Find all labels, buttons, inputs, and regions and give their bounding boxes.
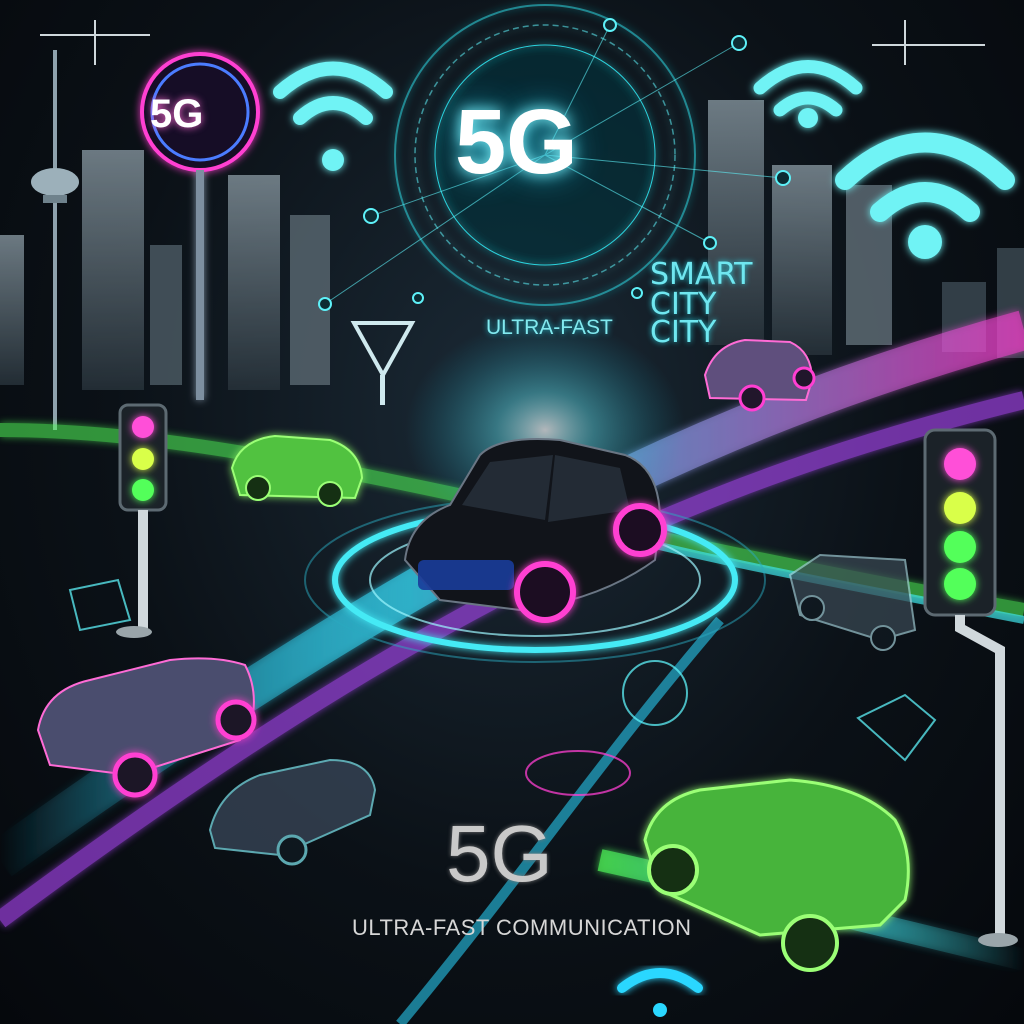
- ghost-car: [208, 758, 377, 866]
- wifi-icon: [273, 61, 393, 125]
- smart-city-line-3: CITY: [650, 315, 717, 350]
- wifi-icon: [617, 968, 703, 993]
- hero-5g-label: 5G: [455, 91, 578, 193]
- green-car: [643, 778, 910, 972]
- ultra-fast-label: ULTRA-FAST: [486, 316, 613, 339]
- wifi-icon-dot: [908, 225, 942, 259]
- traffic-light: [116, 403, 168, 638]
- traffic-light: [923, 428, 1018, 947]
- van: [788, 553, 917, 651]
- wifi-icon-dot: [322, 149, 344, 171]
- smart-city-label: SMART CITY: [650, 260, 752, 320]
- wifi-icon: [753, 60, 863, 117]
- caption: ULTRA-FAST COMMUNICATION: [352, 915, 692, 940]
- wifi-icon-dot: [653, 1003, 667, 1017]
- wifi-icon-dot: [798, 108, 818, 128]
- purple-car: [703, 338, 816, 412]
- tv-tower: [31, 50, 79, 430]
- bottom-5g-label: 5G: [446, 809, 553, 898]
- warning-sign-icon: [350, 321, 416, 405]
- purple-car: [36, 657, 257, 798]
- tower-5g-label: 5G: [150, 92, 204, 136]
- smart-city-line-1: SMART: [650, 257, 753, 292]
- green-car: [230, 434, 364, 507]
